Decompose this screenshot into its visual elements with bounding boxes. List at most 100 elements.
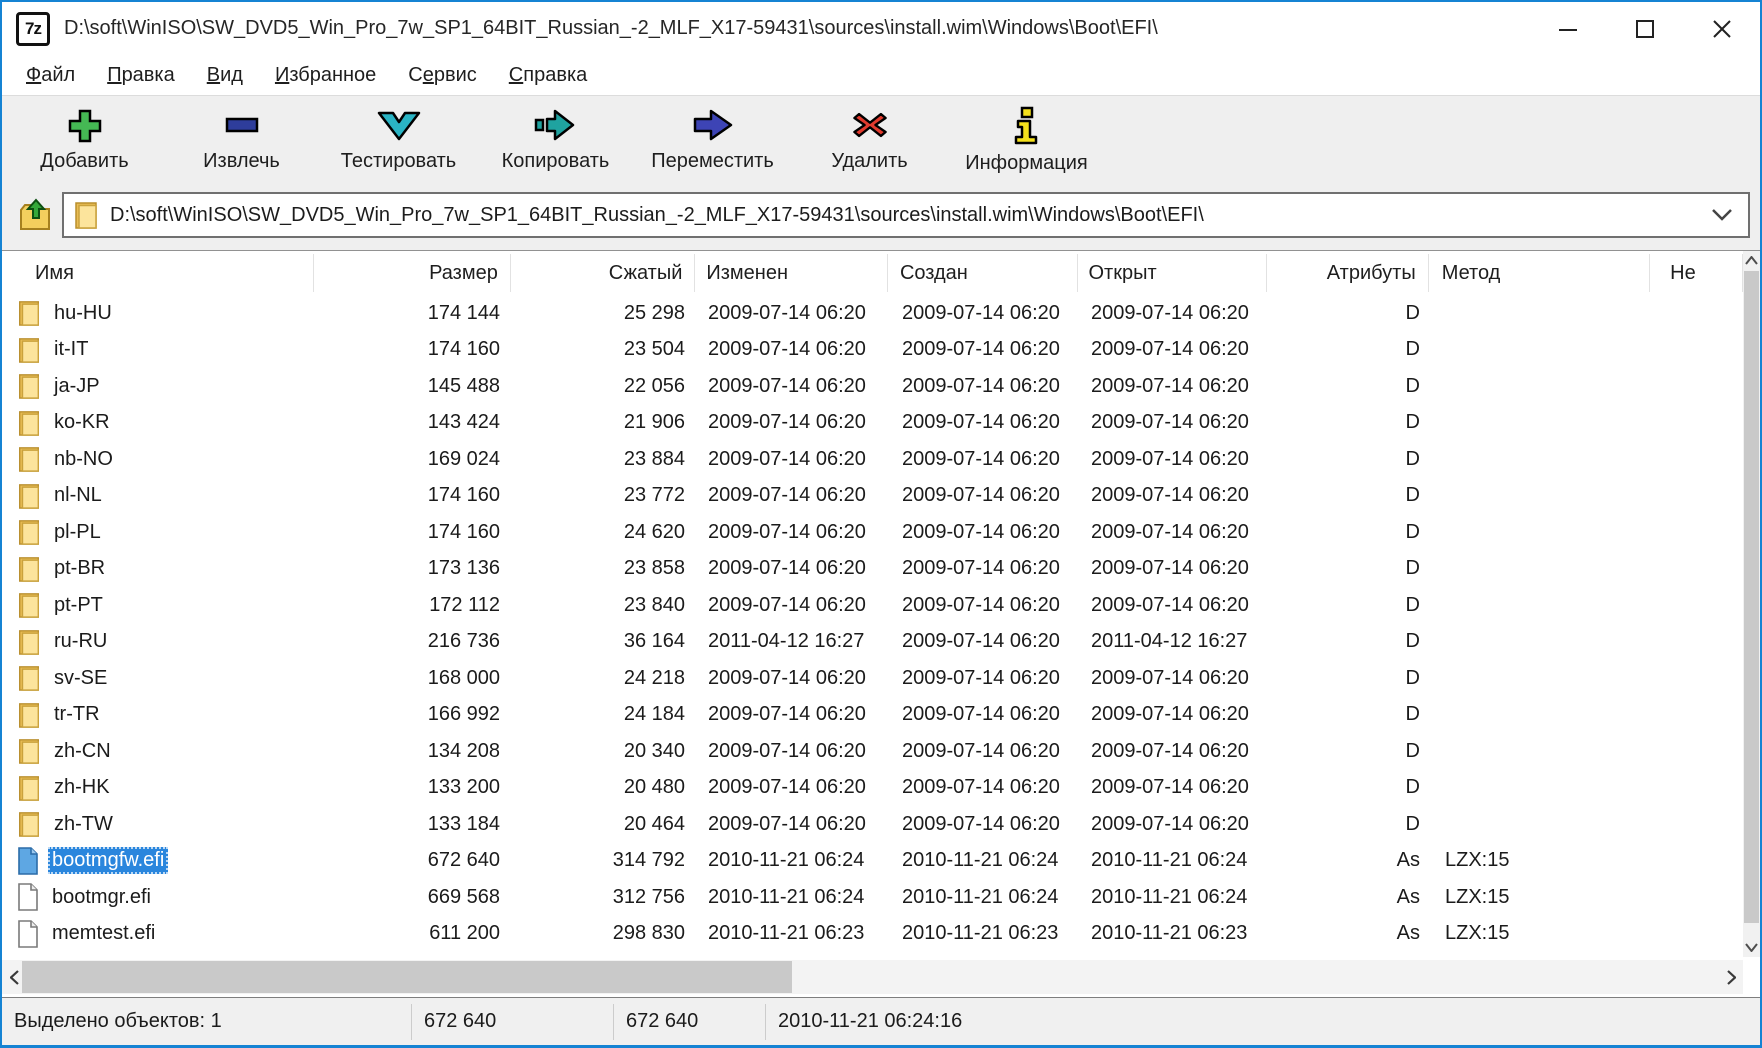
table-row[interactable]: bootmgfw.efi672 640314 7922010-11-21 06:… [2, 843, 1743, 880]
folder-up-icon [18, 196, 54, 234]
vertical-scrollbar[interactable] [1743, 251, 1760, 957]
menu-item-сервис[interactable]: Сервис [392, 60, 493, 91]
close-button[interactable] [1683, 2, 1760, 55]
add-plus-icon [61, 105, 109, 145]
toolbar: Добавить Извлечь Тестировать Копировать [2, 95, 1760, 180]
file-name: zh-TW [50, 811, 117, 838]
cell-name[interactable]: bootmgr.efi [2, 879, 315, 916]
cell-name[interactable]: zh-CN [2, 733, 315, 770]
column-header-packed[interactable]: Сжатый [511, 254, 696, 292]
cell-name[interactable]: zh-TW [2, 806, 315, 843]
table-row[interactable]: ja-JP145 48822 0562009-07-14 06:202009-0… [2, 368, 1743, 405]
scrollbar-right-arrow[interactable] [1719, 960, 1743, 994]
minimize-button[interactable] [1529, 2, 1606, 55]
cell-name[interactable]: pt-BR [2, 551, 315, 588]
cell-name[interactable]: bootmgfw.efi [2, 843, 315, 880]
cell-packed: 22 056 [512, 375, 697, 398]
cell-packed: 20 480 [512, 776, 697, 799]
cell-name[interactable]: nb-NO [2, 441, 315, 478]
cell-name[interactable]: ko-KR [2, 405, 315, 442]
cell-name[interactable]: memtest.efi [2, 916, 315, 953]
cell-size: 133 200 [315, 776, 512, 799]
chevron-down-icon[interactable] [1704, 208, 1740, 222]
table-row[interactable]: zh-HK133 20020 4802009-07-14 06:202009-0… [2, 770, 1743, 807]
table-row[interactable]: it-IT174 16023 5042009-07-14 06:202009-0… [2, 332, 1743, 369]
cell-name[interactable]: sv-SE [2, 660, 315, 697]
menu-item-правка[interactable]: Правка [91, 60, 191, 91]
file-name: nl-NL [50, 482, 106, 509]
tool-label: Тестировать [341, 150, 456, 173]
table-row[interactable]: tr-TR166 99224 1842009-07-14 06:202009-0… [2, 697, 1743, 734]
table-row[interactable]: bootmgr.efi669 568312 7562010-11-21 06:2… [2, 879, 1743, 916]
file-icon [16, 919, 40, 949]
menu-item-файл[interactable]: Файл [10, 60, 91, 91]
path-input[interactable]: D:\soft\WinISO\SW_DVD5_Win_Pro_7w_SP1_64… [110, 204, 1704, 227]
cell-name[interactable]: pt-PT [2, 587, 315, 624]
table-row[interactable]: nb-NO169 02423 8842009-07-14 06:202009-0… [2, 441, 1743, 478]
table-row[interactable]: ru-RU216 73636 1642011-04-12 16:272009-0… [2, 624, 1743, 661]
cell-packed: 24 218 [512, 667, 697, 690]
cell-name[interactable]: it-IT [2, 332, 315, 369]
file-name-selected: bootmgfw.efi [48, 847, 168, 874]
cell-method: LZX:15 [1432, 849, 1654, 872]
extract-button[interactable]: Извлечь [163, 96, 320, 178]
cell-accessed: 2009-07-14 06:20 [1080, 776, 1270, 799]
table-row[interactable]: sv-SE168 00024 2182009-07-14 06:202009-0… [2, 660, 1743, 697]
add-button[interactable]: Добавить [6, 96, 163, 178]
cell-size: 174 160 [315, 484, 512, 507]
scrollbar-down-arrow[interactable] [1743, 938, 1760, 957]
scrollbar-up-arrow[interactable] [1743, 251, 1760, 270]
folder-icon [16, 590, 42, 620]
table-row[interactable]: hu-HU174 14425 2982009-07-14 06:202009-0… [2, 295, 1743, 332]
menu-item-избранное[interactable]: Избранное [259, 60, 392, 91]
cell-name[interactable]: tr-TR [2, 697, 315, 734]
table-row[interactable]: pt-BR173 13623 8582009-07-14 06:202009-0… [2, 551, 1743, 588]
table-row[interactable]: pl-PL174 16024 6202009-07-14 06:202009-0… [2, 514, 1743, 551]
folder-icon [16, 335, 42, 365]
menu-item-справка[interactable]: Справка [493, 60, 603, 91]
cell-modified: 2009-07-14 06:20 [697, 740, 890, 763]
table-row[interactable]: nl-NL174 16023 7722009-07-14 06:202009-0… [2, 478, 1743, 515]
column-header-size[interactable]: Размер [314, 254, 511, 292]
file-list-panel: ИмяРазмерСжатыйИзмененСозданОткрытАтрибу… [2, 250, 1760, 997]
cell-packed: 23 884 [512, 448, 697, 471]
test-button[interactable]: Тестировать [320, 96, 477, 178]
info-button[interactable]: Информация [948, 96, 1105, 178]
table-row[interactable]: zh-CN134 20820 3402009-07-14 06:202009-0… [2, 733, 1743, 770]
cell-name[interactable]: pl-PL [2, 514, 315, 551]
column-header-modified[interactable]: Изменен [695, 254, 888, 292]
column-header-accessed[interactable]: Открыт [1078, 254, 1268, 292]
cell-name[interactable]: hu-HU [2, 295, 315, 332]
folder-icon [16, 481, 42, 511]
copy-button[interactable]: Копировать [477, 96, 634, 178]
cell-name[interactable]: ru-RU [2, 624, 315, 661]
up-one-level-button[interactable] [10, 191, 62, 239]
table-row[interactable]: memtest.efi611 200298 8302010-11-21 06:2… [2, 916, 1743, 953]
horizontal-scrollbar-thumb[interactable] [22, 961, 792, 993]
cell-accessed: 2010-11-21 06:24 [1080, 849, 1270, 872]
cell-attrs: D [1270, 776, 1432, 799]
column-header-method[interactable]: Метод [1429, 254, 1650, 292]
horizontal-scrollbar[interactable] [2, 960, 1743, 994]
cell-accessed: 2009-07-14 06:20 [1080, 594, 1270, 617]
vertical-scrollbar-thumb[interactable] [1744, 271, 1759, 923]
column-header-name[interactable]: Имя [2, 254, 314, 292]
column-header-ne[interactable]: Не [1650, 254, 1743, 292]
cell-name[interactable]: ja-JP [2, 368, 315, 405]
file-name: sv-SE [50, 665, 111, 692]
column-header-attrs[interactable]: Атрибуты [1267, 254, 1429, 292]
table-row[interactable]: pt-PT172 11223 8402009-07-14 06:202009-0… [2, 587, 1743, 624]
file-name: pt-BR [50, 555, 109, 582]
column-header-created[interactable]: Создан [888, 254, 1078, 292]
table-row[interactable]: ko-KR143 42421 9062009-07-14 06:202009-0… [2, 405, 1743, 442]
cell-name[interactable]: nl-NL [2, 478, 315, 515]
move-button[interactable]: Переместить [634, 96, 791, 178]
menu-item-вид[interactable]: Вид [191, 60, 259, 91]
maximize-button[interactable] [1606, 2, 1683, 55]
path-combobox[interactable]: D:\soft\WinISO\SW_DVD5_Win_Pro_7w_SP1_64… [62, 192, 1750, 238]
table-row[interactable]: zh-TW133 18420 4642009-07-14 06:202009-0… [2, 806, 1743, 843]
cell-size: 669 568 [315, 886, 512, 909]
cell-name[interactable]: zh-HK [2, 770, 315, 807]
delete-button[interactable]: Удалить [791, 96, 948, 178]
cell-attrs: D [1270, 521, 1432, 544]
